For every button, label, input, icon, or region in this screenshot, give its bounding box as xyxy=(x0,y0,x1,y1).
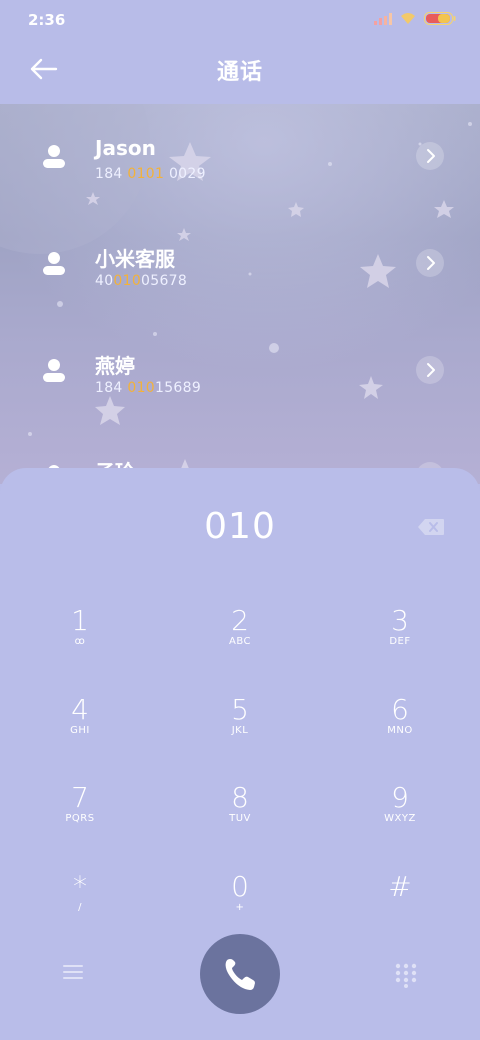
dial-key-6[interactable]: 6 MNO xyxy=(340,681,460,761)
dial-key-9[interactable]: 9 WXYZ xyxy=(340,769,460,849)
dial-key-star[interactable]: * / xyxy=(20,858,140,938)
key-letters: TUV xyxy=(229,813,251,824)
contact-number: 184 01015689 xyxy=(95,380,202,396)
contact-detail-button[interactable] xyxy=(416,249,444,277)
dial-key-7[interactable]: 7 PQRS xyxy=(20,769,140,849)
key-digit: 3 xyxy=(391,604,409,637)
backspace-button[interactable] xyxy=(416,516,446,538)
dialed-number: 010 xyxy=(204,506,276,547)
page-title: 通话 xyxy=(216,60,263,85)
status-time: 2:36 xyxy=(28,11,66,29)
key-letters: + xyxy=(235,902,245,913)
key-letters: GHI xyxy=(70,725,90,736)
battery-icon xyxy=(424,12,456,25)
key-digit: 9 xyxy=(391,781,409,814)
key-letters: MNO xyxy=(387,725,413,736)
dial-key-hash[interactable]: # xyxy=(340,858,460,938)
dialer-panel: 010 1 ꝏ 2 ABC 3 DEF 4 GHI 5 JKL 6 MNO 7 … xyxy=(0,468,480,1040)
key-digit: 7 xyxy=(71,781,89,814)
key-letters: ABC xyxy=(228,636,251,647)
key-digit: * xyxy=(73,870,87,903)
key-digit: 8 xyxy=(231,781,249,814)
chevron-right-icon xyxy=(427,149,435,163)
signal-icon xyxy=(374,12,392,25)
key-digit: # xyxy=(388,870,412,903)
contact-name: Jason xyxy=(95,136,156,160)
chevron-right-icon xyxy=(427,256,435,270)
voicemail-icon: ꝏ xyxy=(74,636,86,647)
dial-key-3[interactable]: 3 DEF xyxy=(340,592,460,672)
dial-key-8[interactable]: 8 TUV xyxy=(180,769,300,849)
wifi-icon xyxy=(401,13,415,24)
contact-number: 4001005678 xyxy=(95,273,188,289)
key-digit: 6 xyxy=(391,693,409,726)
key-letters: / xyxy=(78,902,82,913)
person-icon xyxy=(43,145,65,168)
chevron-right-icon xyxy=(427,363,435,377)
backspace-icon xyxy=(418,519,444,535)
person-icon xyxy=(43,252,65,275)
status-icons xyxy=(374,12,456,25)
contact-name: 小米客服 xyxy=(95,247,175,271)
dial-key-2[interactable]: 2 ABC xyxy=(180,592,300,672)
key-letters: DEF xyxy=(389,636,411,647)
person-icon xyxy=(43,359,65,382)
menu-button[interactable] xyxy=(60,962,86,982)
dialpad-toggle-button[interactable] xyxy=(394,962,418,988)
contact-name: 燕婷 xyxy=(95,354,135,378)
title-bar: 通话 xyxy=(0,40,480,104)
key-digit: 5 xyxy=(231,693,249,726)
phone-icon xyxy=(225,959,255,990)
contact-list: Jason 184 0101 0029 小米客服 4001005678 燕婷 1… xyxy=(0,104,480,484)
key-letters: PQRS xyxy=(65,813,95,824)
dial-key-4[interactable]: 4 GHI xyxy=(20,681,140,761)
contact-detail-button[interactable] xyxy=(416,356,444,384)
contact-number: 184 0101 0029 xyxy=(95,166,206,182)
contact-item[interactable]: Jason 184 0101 0029 xyxy=(0,104,480,204)
key-letters: WXYZ xyxy=(384,813,416,824)
key-digit: 1 xyxy=(71,604,89,637)
menu-icon xyxy=(63,965,83,979)
contact-detail-button[interactable] xyxy=(416,142,444,170)
call-button[interactable] xyxy=(200,934,280,1014)
key-digit: 2 xyxy=(231,604,249,637)
dialpad-icon xyxy=(395,963,417,988)
dial-key-5[interactable]: 5 JKL xyxy=(180,681,300,761)
dial-key-1[interactable]: 1 ꝏ xyxy=(20,592,140,672)
status-bar: 2:36 xyxy=(0,0,480,40)
contact-item[interactable]: 燕婷 184 01015689 xyxy=(0,318,480,418)
key-digit: 0 xyxy=(231,870,249,903)
contact-item[interactable]: 小米客服 4001005678 xyxy=(0,211,480,311)
key-digit: 4 xyxy=(71,693,89,726)
key-letters: JKL xyxy=(231,725,249,736)
dial-key-0[interactable]: 0 + xyxy=(180,858,300,938)
